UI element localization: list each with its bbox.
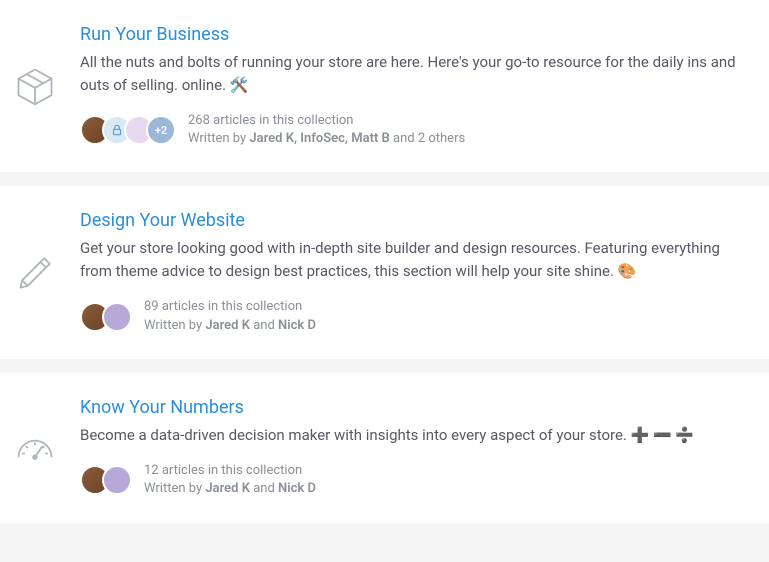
- collection-card[interactable]: Run Your Business All the nuts and bolts…: [0, 0, 769, 172]
- collection-meta: +2 268 articles in this collection Writt…: [80, 112, 749, 148]
- collection-card[interactable]: Know Your Numbers Become a data-driven d…: [0, 373, 769, 523]
- avatar: [102, 302, 132, 332]
- written-by: Written by Jared K and Nick D: [144, 317, 316, 335]
- meta-text: 268 articles in this collection Written …: [188, 112, 465, 148]
- collection-icon-wrap: [10, 210, 60, 334]
- collection-meta: 12 articles in this collection Written b…: [80, 462, 749, 498]
- collection-title[interactable]: Know Your Numbers: [80, 397, 749, 418]
- collection-description: Get your store looking good with in-dept…: [80, 237, 749, 282]
- gauge-icon: [13, 426, 57, 470]
- collection-content: Design Your Website Get your store looki…: [80, 210, 749, 334]
- collection-meta: 89 articles in this collection Written b…: [80, 298, 749, 334]
- article-count: 12 articles in this collection: [144, 462, 316, 480]
- pencil-icon: [13, 251, 57, 295]
- collection-content: Know Your Numbers Become a data-driven d…: [80, 397, 749, 499]
- box-icon: [13, 64, 57, 108]
- written-by: Written by Jared K, InfoSec, Matt B and …: [188, 130, 465, 148]
- collection-content: Run Your Business All the nuts and bolts…: [80, 24, 749, 148]
- collection-title[interactable]: Run Your Business: [80, 24, 749, 45]
- meta-text: 12 articles in this collection Written b…: [144, 462, 316, 498]
- collection-icon-wrap: [10, 397, 60, 499]
- written-by: Written by Jared K and Nick D: [144, 480, 316, 498]
- article-count: 89 articles in this collection: [144, 298, 316, 316]
- collection-description: Become a data-driven decision maker with…: [80, 424, 749, 447]
- author-avatars: [80, 302, 132, 332]
- collection-icon-wrap: [10, 24, 60, 148]
- collection-title[interactable]: Design Your Website: [80, 210, 749, 231]
- lock-icon: [110, 123, 124, 137]
- avatar: [102, 465, 132, 495]
- meta-text: 89 articles in this collection Written b…: [144, 298, 316, 334]
- collection-description: All the nuts and bolts of running your s…: [80, 51, 749, 96]
- article-count: 268 articles in this collection: [188, 112, 465, 130]
- collection-card[interactable]: Design Your Website Get your store looki…: [0, 186, 769, 358]
- avatar-more-count: +2: [146, 115, 176, 145]
- author-avatars: [80, 465, 132, 495]
- author-avatars: +2: [80, 115, 176, 145]
